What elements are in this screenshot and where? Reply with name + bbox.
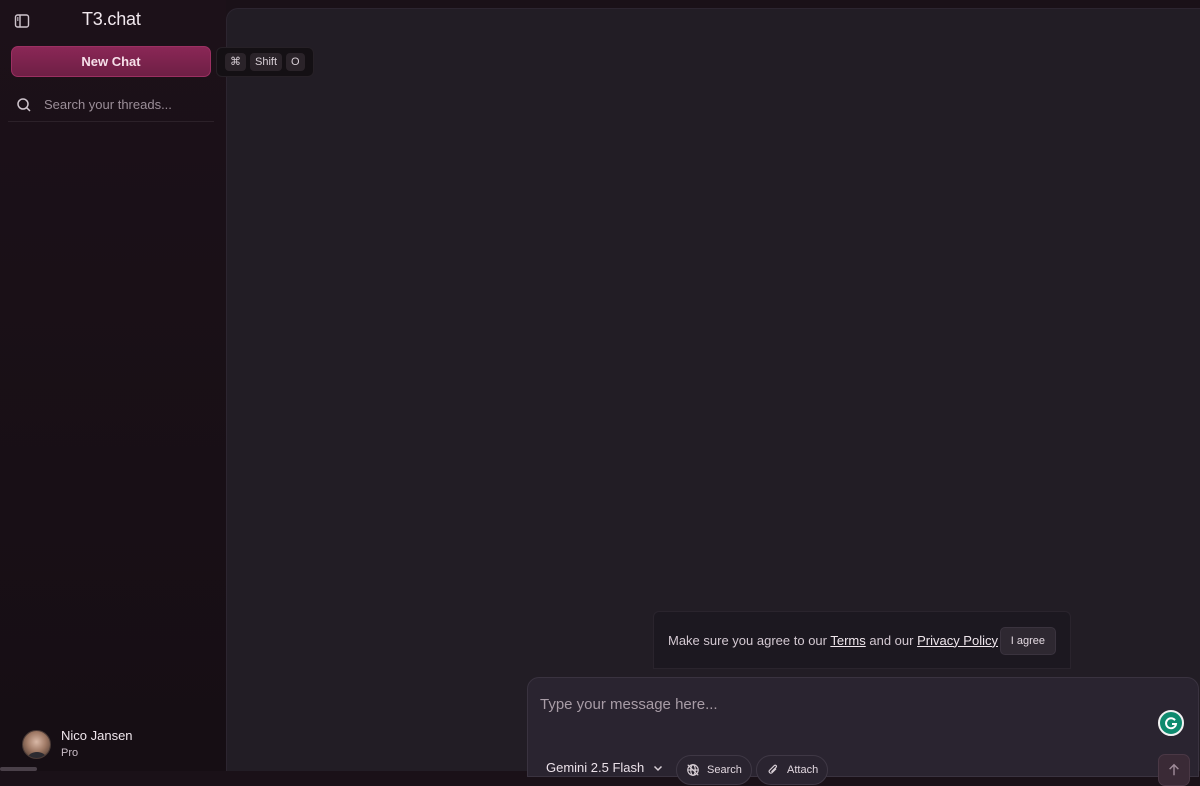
sidebar-panel-icon — [14, 14, 30, 28]
shift-key: Shift — [250, 53, 283, 71]
send-button[interactable] — [1158, 754, 1190, 786]
privacy-policy-link[interactable]: Privacy Policy — [917, 633, 998, 648]
new-chat-shortcut-tooltip: ⌘ Shift O — [216, 47, 314, 77]
web-search-button[interactable]: Search — [676, 755, 752, 785]
paperclip-icon — [768, 764, 777, 774]
user-profile[interactable]: Nico Jansen Pro — [22, 728, 133, 760]
model-name: Gemini 2.5 Flash — [546, 760, 645, 775]
search-label: Search — [707, 764, 742, 776]
terms-prefix: Make sure you agree to our — [668, 632, 831, 648]
search-icon — [17, 97, 31, 112]
attach-button[interactable]: Attach — [756, 755, 829, 785]
app-logo[interactable]: T3.chat — [82, 9, 141, 30]
agree-button[interactable]: I agree — [999, 627, 1056, 655]
search-threads-input[interactable] — [42, 96, 202, 113]
command-key: ⌘ — [225, 53, 246, 71]
scroll-indicator — [0, 767, 37, 771]
chat-main-panel: Make sure you agree to our Terms and our… — [226, 8, 1200, 786]
grammarly-icon[interactable] — [1158, 710, 1184, 736]
sidebar-toggle-button[interactable] — [11, 10, 33, 32]
attach-label: Attach — [787, 764, 819, 776]
message-composer: Gemini 2.5 Flash Search Attach — [527, 677, 1199, 786]
terms-link[interactable]: Terms — [830, 633, 865, 648]
globe-off-icon — [687, 764, 699, 776]
message-input[interactable] — [538, 692, 1138, 716]
new-chat-button[interactable]: New Chat — [11, 46, 211, 77]
o-key: O — [286, 53, 305, 71]
arrow-up-icon — [1169, 763, 1179, 776]
model-selector[interactable]: Gemini 2.5 Flash — [546, 760, 664, 775]
user-name: Nico Jansen — [61, 728, 133, 743]
thread-search — [8, 88, 214, 122]
terms-notice: Make sure you agree to our Terms and our… — [653, 611, 1071, 669]
chevron-down-icon — [654, 765, 663, 771]
sidebar: T3.chat New Chat Nico Jansen Pro — [0, 0, 226, 771]
user-plan: Pro — [61, 747, 79, 759]
terms-middle: and our — [865, 632, 918, 648]
terms-text: Make sure you agree to our Terms and our… — [668, 633, 998, 648]
avatar — [22, 729, 51, 759]
